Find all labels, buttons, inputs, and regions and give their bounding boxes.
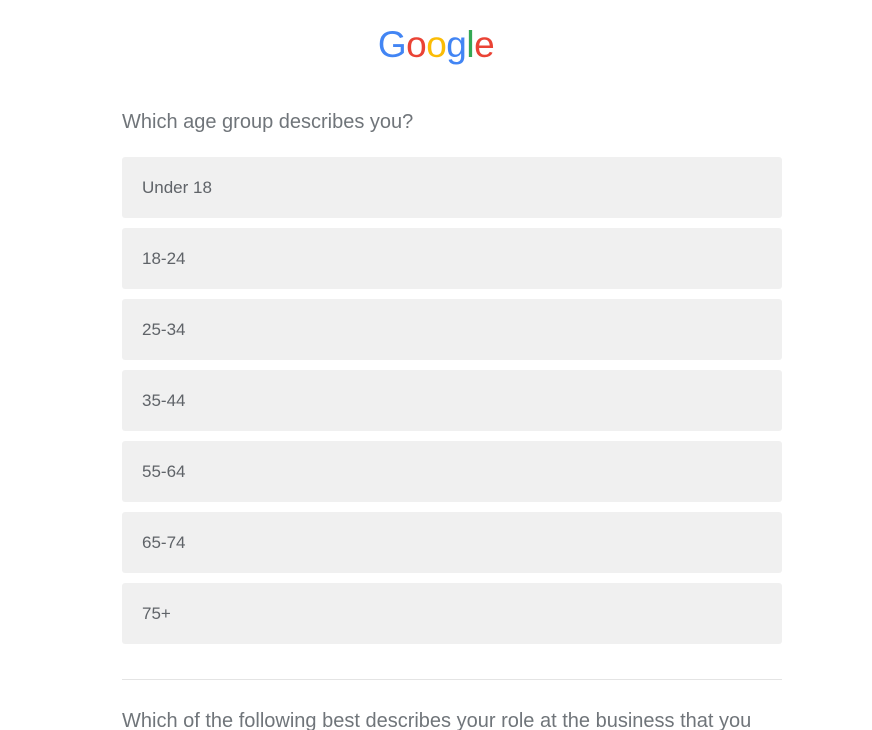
logo-letter: o: [406, 24, 427, 65]
age-question-title: Which age group describes you?: [122, 111, 414, 133]
age-option-25-34[interactable]: 25-34: [122, 299, 782, 360]
logo-container: Google: [0, 26, 872, 63]
section-divider: [122, 679, 782, 680]
logo-letter: l: [466, 24, 475, 65]
logo-letter: G: [377, 24, 407, 65]
logo-letter: o: [426, 24, 447, 65]
age-options-list: Under 18 18-24 25-34 35-44 55-64 65-74 7…: [122, 157, 782, 654]
logo-letter: g: [446, 24, 467, 65]
age-option-under-18[interactable]: Under 18: [122, 157, 782, 218]
logo-letter: e: [474, 24, 495, 65]
age-option-55-64[interactable]: 55-64: [122, 441, 782, 502]
age-option-75-plus[interactable]: 75+: [122, 583, 782, 644]
age-option-18-24[interactable]: 18-24: [122, 228, 782, 289]
role-question-title: Which of the following best describes yo…: [122, 710, 752, 730]
age-option-65-74[interactable]: 65-74: [122, 512, 782, 573]
survey-page: Google Which age group describes you? Un…: [0, 0, 872, 730]
age-option-35-44[interactable]: 35-44: [122, 370, 782, 431]
google-logo: Google: [377, 24, 495, 65]
